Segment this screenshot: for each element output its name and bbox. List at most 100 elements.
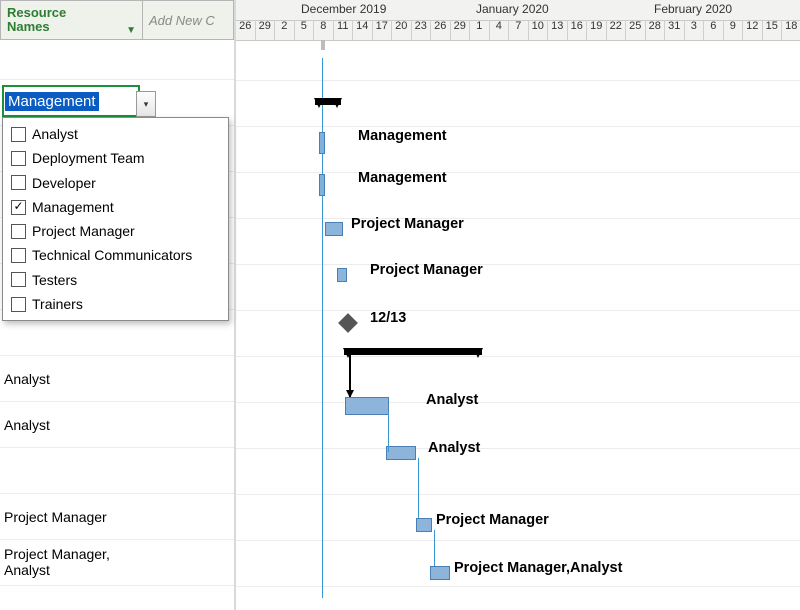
connector-line — [388, 412, 389, 452]
cell-editor[interactable]: Management ▾ — [2, 85, 140, 117]
resource-checklist[interactable]: Analyst Deployment Team Developer Manage… — [2, 117, 229, 321]
task-label: Management — [358, 170, 447, 186]
day-label: 29 — [450, 20, 470, 40]
checklist-label: Trainers — [32, 294, 83, 314]
day-label: 6 — [703, 20, 723, 40]
checkbox-icon[interactable] — [11, 151, 26, 166]
day-label: 26 — [236, 20, 255, 40]
column-header-add-new[interactable]: Add New C — [143, 0, 234, 40]
task-label: Analyst — [426, 392, 478, 408]
checklist-item[interactable]: Technical Communicators — [3, 243, 228, 267]
grid-row[interactable] — [0, 448, 234, 494]
day-label: 25 — [625, 20, 645, 40]
task-bar[interactable] — [416, 518, 432, 532]
task-label: Project Manager — [436, 512, 549, 528]
task-bar[interactable] — [325, 222, 343, 236]
month-label: February 2020 — [654, 2, 732, 16]
column-header-label: Resource Names — [7, 6, 66, 33]
day-label: 18 — [781, 20, 800, 40]
column-header-row: Resource Names ▼ Add New C — [0, 0, 234, 40]
connector-line — [418, 458, 419, 518]
day-label: 13 — [547, 20, 567, 40]
checkbox-icon[interactable] — [11, 200, 26, 215]
day-label: 16 — [567, 20, 587, 40]
grid-row[interactable]: Analyst — [0, 402, 234, 448]
checklist-label: Technical Communicators — [32, 245, 192, 265]
checklist-item[interactable]: Management — [3, 195, 228, 219]
checkbox-icon[interactable] — [11, 272, 26, 287]
day-label: 15 — [762, 20, 782, 40]
checklist-item[interactable]: Project Manager — [3, 219, 228, 243]
timescale: December 2019 January 2020 February 2020… — [236, 0, 800, 41]
day-label: 23 — [411, 20, 431, 40]
checkbox-icon[interactable] — [11, 127, 26, 142]
grid-row[interactable]: Project Manager, Analyst — [0, 540, 234, 586]
month-label: January 2020 — [476, 2, 549, 16]
checklist-item[interactable]: Trainers — [3, 292, 228, 316]
task-bar[interactable] — [345, 397, 389, 415]
grid-row[interactable]: Project Manager — [0, 494, 234, 540]
summary-bar[interactable] — [315, 98, 341, 105]
filter-dropdown-icon[interactable]: ▼ — [126, 26, 136, 37]
checklist-item[interactable]: Testers — [3, 268, 228, 292]
checklist-label: Testers — [32, 270, 77, 290]
checklist-item[interactable]: Developer — [3, 171, 228, 195]
task-bar[interactable] — [337, 268, 347, 282]
day-label: 31 — [664, 20, 684, 40]
day-label: 20 — [391, 20, 411, 40]
day-label: 26 — [430, 20, 450, 40]
day-label: 9 — [723, 20, 743, 40]
checklist-item[interactable]: Deployment Team — [3, 146, 228, 170]
day-label: 17 — [372, 20, 392, 40]
gantt-chart[interactable]: Management Management Project Manager Pr… — [236, 40, 800, 610]
cell-resource[interactable]: Project Manager — [4, 509, 147, 525]
task-label: Project Manager — [351, 216, 464, 232]
cell-resource[interactable]: Project Manager, Analyst — [4, 547, 147, 578]
task-label: Analyst — [428, 440, 480, 456]
checkbox-icon[interactable] — [11, 297, 26, 312]
task-bar[interactable] — [430, 566, 450, 580]
checklist-label: Analyst — [32, 124, 78, 144]
task-bar[interactable] — [319, 174, 325, 196]
checklist-label: Project Manager — [32, 221, 135, 241]
checkbox-icon[interactable] — [11, 248, 26, 263]
grid-row[interactable]: Analyst — [0, 356, 234, 402]
add-new-column-label: Add New C — [149, 13, 215, 28]
milestone-label: 12/13 — [370, 310, 406, 326]
day-label: 28 — [645, 20, 665, 40]
day-label: 11 — [333, 20, 353, 40]
day-label: 2 — [274, 20, 294, 40]
day-label: 22 — [606, 20, 626, 40]
summary-bar[interactable] — [344, 348, 482, 355]
month-label: December 2019 — [301, 2, 386, 16]
checkbox-icon[interactable] — [11, 224, 26, 239]
gantt-pane: December 2019 January 2020 February 2020… — [236, 0, 800, 610]
task-label: Project Manager — [370, 262, 483, 278]
checklist-item[interactable]: Analyst — [3, 122, 228, 146]
grid-row[interactable] — [0, 40, 234, 80]
checklist-label: Deployment Team — [32, 148, 145, 168]
cell-resource[interactable]: Analyst — [4, 371, 147, 387]
task-label: Management — [358, 128, 447, 144]
day-label: 19 — [586, 20, 606, 40]
task-bar[interactable] — [386, 446, 416, 460]
day-label: 3 — [684, 20, 704, 40]
day-label: 4 — [489, 20, 509, 40]
cell-resource[interactable]: Analyst — [4, 417, 147, 433]
day-label: 7 — [508, 20, 528, 40]
column-header-resource-names[interactable]: Resource Names ▼ — [0, 0, 143, 40]
cell-editor-value: Management — [5, 92, 99, 111]
day-label: 10 — [528, 20, 548, 40]
day-label: 12 — [742, 20, 762, 40]
day-label: 1 — [469, 20, 489, 40]
checkbox-icon[interactable] — [11, 175, 26, 190]
day-label: 29 — [255, 20, 275, 40]
task-bar[interactable] — [319, 132, 325, 154]
day-label: 14 — [352, 20, 372, 40]
day-label: 5 — [294, 20, 314, 40]
checklist-label: Developer — [32, 173, 96, 193]
dropdown-button[interactable]: ▾ — [136, 91, 156, 117]
timescale-months: December 2019 January 2020 February 2020 — [236, 0, 800, 21]
timescale-days: 26 29 2 5 8 11 14 17 20 23 26 29 1 4 7 1… — [236, 20, 800, 40]
start-marker-icon — [321, 40, 325, 50]
